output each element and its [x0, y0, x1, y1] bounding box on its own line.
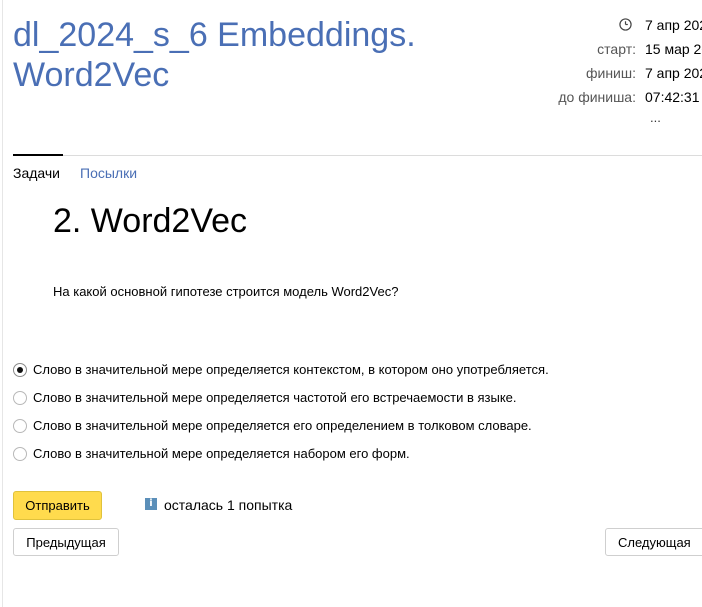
info-icon: i [145, 498, 157, 510]
meta-remaining-row: до финиша: 07:42:31 [540, 89, 702, 107]
meta-start-value: 15 мар 2024 [645, 41, 702, 57]
answer-option-label: Слово в значительной мере определяется н… [33, 446, 410, 461]
meta-finish-value: 7 апр 2024 [645, 65, 702, 81]
answer-option-label: Слово в значительной мере определяется е… [33, 418, 532, 433]
question-text: На какой основной гипотезе строится моде… [53, 284, 399, 299]
meta-start-row: старт: 15 мар 2024 [540, 41, 702, 59]
next-button[interactable]: Следующая [605, 528, 702, 556]
meta-finish-row: финиш: 7 апр 2024 [540, 65, 702, 83]
meta-date-value: 7 апр 2024 [645, 17, 702, 33]
meta-date-row: 7 апр 2024 [540, 17, 702, 35]
tab-active-indicator [13, 154, 63, 156]
previous-button[interactable]: Предыдущая [13, 528, 119, 556]
clock-icon [619, 18, 632, 31]
tabs-divider [13, 155, 702, 156]
meta-more-ellipsis[interactable]: ... [650, 110, 661, 125]
meta-start-label: старт: [597, 41, 636, 57]
meta-remaining-value: 07:42:31 [645, 89, 700, 105]
radio-button[interactable] [13, 419, 27, 433]
tab-submissions[interactable]: Посылки [80, 165, 137, 181]
meta-remaining-label: до финиша: [558, 89, 636, 105]
submit-button[interactable]: Отправить [13, 491, 102, 520]
tab-problems[interactable]: Задачи [13, 165, 60, 181]
radio-button-selected[interactable] [13, 363, 27, 377]
radio-button[interactable] [13, 447, 27, 461]
answer-option-label: Слово в значительной мере определяется ч… [33, 390, 517, 405]
radio-button[interactable] [13, 391, 27, 405]
page-left-border [2, 0, 3, 607]
contest-title[interactable]: dl_2024_s_6 Embeddings. Word2Vec [13, 15, 453, 95]
meta-finish-label: финиш: [585, 65, 636, 81]
answer-option-label: Слово в значительной мере определяется к… [33, 362, 549, 377]
page: dl_2024_s_6 Embeddings. Word2Vec 7 апр 2… [0, 0, 702, 607]
attempts-remaining: осталась 1 попытка [164, 497, 293, 513]
problem-title: 2. Word2Vec [53, 202, 248, 240]
